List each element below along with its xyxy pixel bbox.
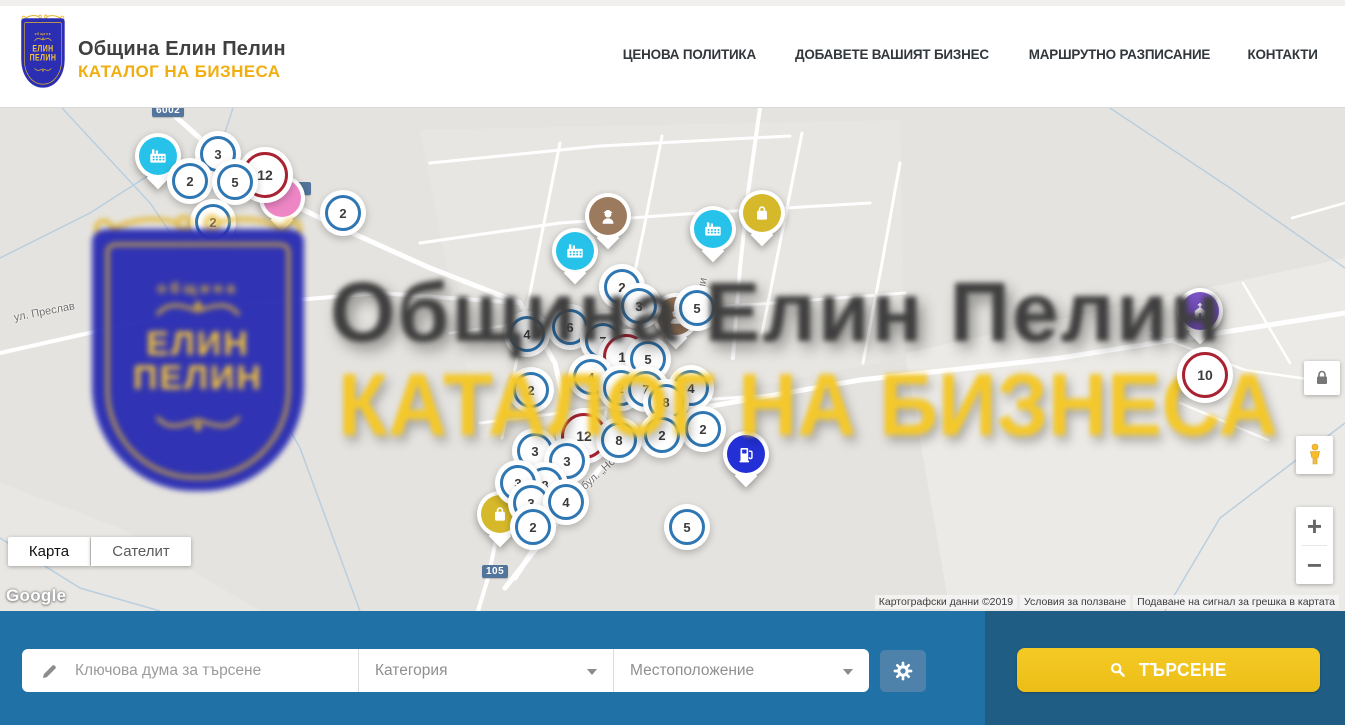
map-pin-church[interactable] (1177, 288, 1223, 334)
map-canvas[interactable]: ул. Преславбул. „Новоселции 6002105 1232… (0, 108, 1345, 611)
pegman-icon (1305, 442, 1325, 468)
map-cluster-marker[interactable]: 2 (172, 163, 208, 199)
zoom-control: + − (1296, 507, 1333, 584)
search-bar: Категория Местоположение (0, 611, 1345, 725)
search-fields: Категория Местоположение (22, 649, 869, 692)
zoom-out-button[interactable]: − (1296, 546, 1333, 584)
crest-flourish (153, 405, 243, 439)
street-view-pegman-button[interactable] (1296, 436, 1333, 474)
crest-name-line2: ПЕЛИН (30, 53, 57, 62)
map-cluster-marker[interactable]: 4 (509, 316, 545, 352)
main-nav: ЦЕНОВА ПОЛИТИКА ДОБАВЕТЕ ВАШИЯТ БИЗНЕС М… (620, 0, 1319, 108)
site-title: Община Елин Пелин (78, 38, 286, 61)
nav-contacts[interactable]: КОНТАКТИ (1247, 46, 1317, 62)
municipality-crest-logo: общинаЕЛИНПЕЛИН (20, 14, 70, 92)
map-cluster-marker[interactable]: 2 (515, 509, 551, 545)
keyword-field[interactable] (22, 649, 358, 692)
map-cluster-marker[interactable]: 6 (552, 309, 588, 345)
map-pin-worker[interactable] (585, 193, 631, 239)
location-dropdown-label: Местоположение (630, 662, 754, 680)
page: общинаЕЛИНПЕЛИН Община Елин Пелин КАТАЛО… (0, 0, 1345, 725)
pencil-icon (40, 661, 60, 681)
google-logo[interactable]: Google (6, 586, 66, 606)
lock-icon (1312, 368, 1332, 388)
map-cluster-marker[interactable]: 2 (644, 417, 680, 453)
map-pin-factory[interactable] (690, 206, 736, 252)
search-submit-button[interactable]: ТЪРСЕНЕ (1017, 648, 1320, 692)
logo-text: Община Елин Пелин КАТАЛОГ НА БИЗНЕСА (78, 14, 286, 82)
map-cluster-marker[interactable]: 8 (601, 422, 637, 458)
site-subtitle: КАТАЛОГ НА БИЗНЕСА (78, 62, 286, 82)
category-dropdown[interactable]: Категория (358, 649, 613, 692)
chevron-down-icon (843, 669, 853, 675)
search-icon (1109, 661, 1127, 679)
map-pin-bag[interactable] (739, 190, 785, 236)
map-cluster-marker[interactable]: 2 (325, 195, 361, 231)
search-submit-label: ТЪРСЕНЕ (1138, 660, 1226, 681)
map-cluster-marker[interactable]: 2 (513, 372, 549, 408)
attribution-terms-link[interactable]: Условия за ползване (1020, 595, 1130, 609)
nav-add-your-business[interactable]: ДОБАВЕТЕ ВАШИЯТ БИЗНЕС (795, 46, 989, 62)
crest-flourish (34, 65, 52, 74)
map-pin-fuel[interactable] (723, 431, 769, 477)
map-cluster-marker[interactable]: 3 (517, 433, 553, 469)
header: общинаЕЛИНПЕЛИН Община Елин Пелин КАТАЛО… (0, 0, 1345, 108)
chevron-down-icon (587, 669, 597, 675)
road-number-badge: 105 (482, 565, 508, 578)
map-type-control: Карта Сателит (8, 537, 191, 566)
map-cluster-marker[interactable]: 10 (1182, 352, 1228, 398)
map-cluster-marker[interactable]: 2 (685, 411, 721, 447)
road-number-badge: 6002 (152, 108, 184, 117)
crest-shield: общинаЕЛИНПЕЛИН (21, 18, 64, 87)
location-dropdown[interactable]: Местоположение (613, 649, 869, 692)
crest-shield: община ЕЛИНПЕЛИН (92, 229, 304, 491)
map-lock-button[interactable] (1304, 361, 1340, 395)
nav-route-schedule[interactable]: МАРШРУТНО РАЗПИСАНИЕ (1029, 46, 1210, 62)
crest-org-label: община (157, 280, 239, 297)
map-cluster-marker[interactable]: 4 (548, 484, 584, 520)
zoom-in-button[interactable]: + (1296, 507, 1333, 545)
attribution-report-error-link[interactable]: Подаване на сигнал за грешка в картата (1133, 595, 1339, 609)
map-cluster-marker[interactable]: 8 (648, 384, 684, 420)
crest-name-line1: ЕЛИН (146, 327, 250, 361)
map-cluster-marker[interactable]: 5 (669, 509, 705, 545)
map-type-map-button[interactable]: Карта (8, 537, 90, 566)
map-attribution: Картографски данни ©2019 Условия за полз… (875, 595, 1339, 609)
gear-icon (892, 660, 914, 682)
map-pin-factory[interactable] (552, 228, 598, 274)
nav-pricing-policy[interactable]: ЦЕНОВА ПОЛИТИКА (623, 46, 756, 62)
site-logo[interactable]: общинаЕЛИНПЕЛИН Община Елин Пелин КАТАЛО… (20, 14, 286, 92)
map-type-satellite-button[interactable]: Сателит (91, 537, 191, 566)
keyword-input[interactable] (73, 661, 337, 681)
map-cluster-marker[interactable]: 5 (217, 164, 253, 200)
crest-name-line2: ПЕЛИН (133, 361, 263, 395)
search-settings-button[interactable] (880, 650, 926, 692)
watermark-crest: община ЕЛИНПЕЛИН (86, 213, 310, 491)
map-cluster-marker[interactable]: 5 (679, 290, 715, 326)
attribution-copyright: Картографски данни ©2019 (875, 595, 1017, 609)
category-dropdown-label: Категория (375, 662, 447, 680)
map-cluster-marker[interactable]: 3 (621, 288, 657, 324)
crest-flourish (153, 297, 243, 327)
